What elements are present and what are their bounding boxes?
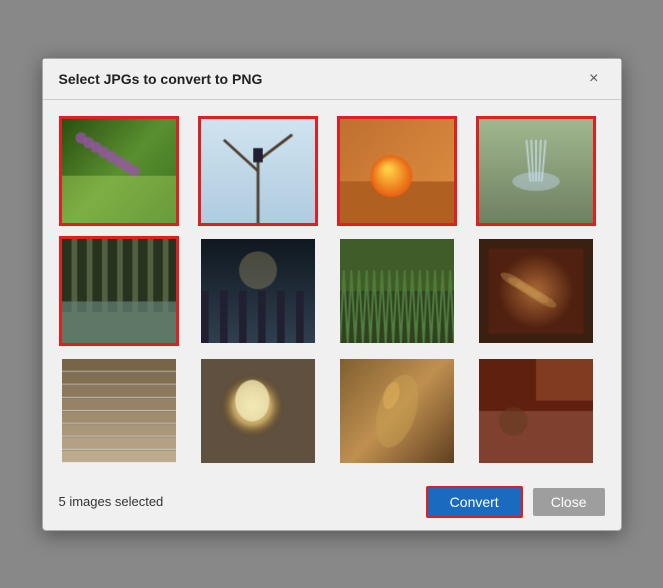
image-item[interactable]	[476, 356, 596, 466]
dialog-body	[43, 100, 621, 476]
image-thumbnail	[340, 119, 454, 223]
image-grid	[59, 116, 605, 466]
image-thumbnail	[479, 359, 593, 463]
convert-button[interactable]: Convert	[426, 486, 523, 518]
dialog-footer: 5 images selected Convert Close	[43, 476, 621, 530]
image-thumbnail	[62, 119, 176, 223]
image-item[interactable]	[59, 356, 179, 466]
dialog: Select JPGs to convert to PNG × 5 images…	[42, 58, 622, 531]
image-thumbnail	[201, 359, 315, 463]
image-item[interactable]	[337, 116, 457, 226]
image-thumbnail	[340, 239, 454, 343]
image-thumbnail	[62, 359, 176, 463]
image-item[interactable]	[476, 236, 596, 346]
image-item[interactable]	[198, 356, 318, 466]
image-thumbnail	[201, 239, 315, 343]
close-icon-button[interactable]: ×	[583, 69, 604, 89]
image-thumbnail	[479, 239, 593, 343]
close-button[interactable]: Close	[533, 488, 605, 516]
image-thumbnail	[479, 119, 593, 223]
image-item[interactable]	[198, 236, 318, 346]
selected-count-text: 5 images selected	[59, 494, 164, 509]
image-item[interactable]	[337, 356, 457, 466]
image-thumbnail	[340, 359, 454, 463]
dialog-header: Select JPGs to convert to PNG ×	[43, 59, 621, 100]
image-item[interactable]	[198, 116, 318, 226]
image-item[interactable]	[59, 236, 179, 346]
image-item[interactable]	[337, 236, 457, 346]
image-item[interactable]	[476, 116, 596, 226]
image-thumbnail	[201, 119, 315, 223]
image-item[interactable]	[59, 116, 179, 226]
image-thumbnail	[62, 239, 176, 343]
dialog-title: Select JPGs to convert to PNG	[59, 71, 263, 87]
